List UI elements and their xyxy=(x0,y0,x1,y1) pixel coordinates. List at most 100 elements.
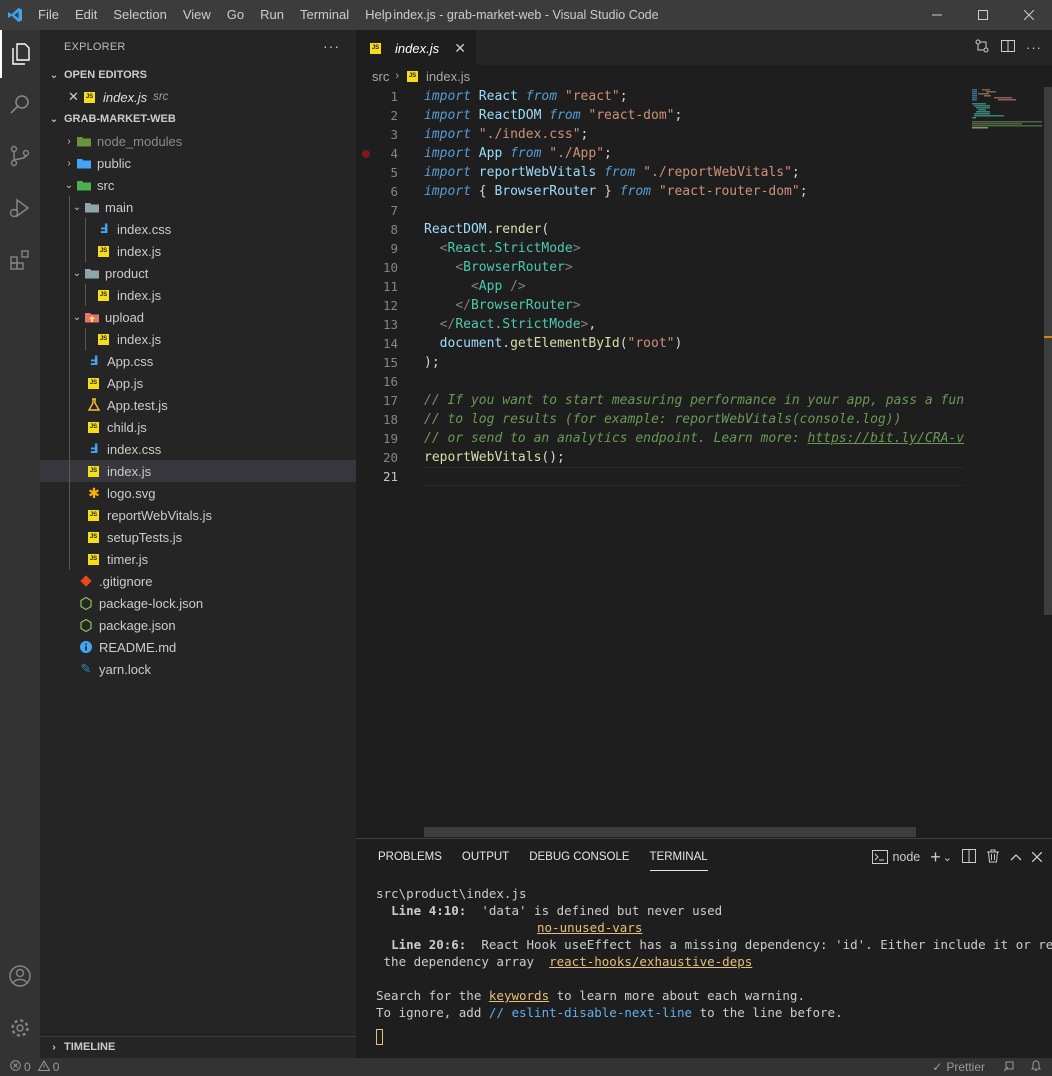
menu-file[interactable]: File xyxy=(30,0,67,30)
new-terminal-icon[interactable]: + xyxy=(930,847,941,868)
tree-item-label: App.js xyxy=(107,375,144,391)
editor-tabs: JS index.js ✕ ··· xyxy=(356,30,1052,65)
tree-item-index-js[interactable]: JS index.js xyxy=(40,460,356,482)
tree-item-product-js[interactable]: JS index.js xyxy=(40,284,356,306)
tree-item-report[interactable]: JS reportWebVitals.js xyxy=(40,504,356,526)
extensions-icon[interactable] xyxy=(0,236,40,284)
more-actions-icon[interactable]: ··· xyxy=(1026,40,1042,55)
tab-index-js[interactable]: JS index.js ✕ xyxy=(356,30,476,65)
more-actions-icon[interactable]: ··· xyxy=(323,38,340,54)
open-changes-icon[interactable] xyxy=(974,38,990,57)
tree-item-app-js[interactable]: JS App.js xyxy=(40,372,356,394)
tree-item-product[interactable]: ⌄ product xyxy=(40,262,356,284)
keywords-link[interactable]: keywords xyxy=(489,988,549,1003)
terminal-line: Line 20:6: React Hook useEffect has a mi… xyxy=(391,937,1052,952)
tab-terminal[interactable]: TERMINAL xyxy=(649,839,708,875)
tree-item-child[interactable]: JS child.js xyxy=(40,416,356,438)
chevron-down-icon: ⌄ xyxy=(72,201,82,213)
settings-gear-icon[interactable] xyxy=(0,1004,40,1052)
tree-item-yarn[interactable]: ✎ yarn.lock xyxy=(40,658,356,680)
tab-debug-console[interactable]: DEBUG CONSOLE xyxy=(529,839,629,875)
source-control-icon[interactable] xyxy=(0,132,40,180)
tree-item-main-js[interactable]: JS index.js xyxy=(40,240,356,262)
tree-item-logo[interactable]: ✱ logo.svg xyxy=(40,482,356,504)
maximize-button[interactable] xyxy=(960,0,1006,30)
tree-item-main-css[interactable]: Ⅎ index.css xyxy=(40,218,356,240)
terminal-selector[interactable]: node xyxy=(872,850,920,864)
code-area[interactable]: 1 import React from "react"; 2 import Reac… xyxy=(356,87,964,847)
tree-item-public[interactable]: › public xyxy=(40,152,356,174)
tree-item-label: public xyxy=(97,155,131,171)
breadcrumb-dir[interactable]: src xyxy=(372,69,389,84)
tab-problems[interactable]: PROBLEMS xyxy=(378,839,442,875)
tree-item-label: child.js xyxy=(107,419,147,435)
minimap[interactable] xyxy=(964,87,1044,837)
maximize-panel-icon[interactable] xyxy=(1010,850,1022,865)
tree-item-upload[interactable]: ⌄ upload xyxy=(40,306,356,328)
close-tab-icon[interactable]: ✕ xyxy=(454,40,466,57)
tree-item-main[interactable]: ⌄ main xyxy=(40,196,356,218)
menu-selection[interactable]: Selection xyxy=(105,0,174,30)
prettier-status[interactable]: ✓ Prettier xyxy=(932,1060,985,1074)
close-icon[interactable]: ✕ xyxy=(68,89,82,105)
menu-view[interactable]: View xyxy=(175,0,219,30)
tree-item-timer[interactable]: JS timer.js xyxy=(40,548,356,570)
feedback-icon[interactable] xyxy=(1003,1059,1016,1075)
tree-item-readme[interactable]: README.md xyxy=(40,636,356,658)
open-editor-item[interactable]: ✕ JS index.js src xyxy=(40,86,356,108)
problems-status[interactable]: 0 0 xyxy=(10,1060,59,1074)
menu-go[interactable]: Go xyxy=(219,0,252,30)
split-terminal-icon[interactable] xyxy=(962,848,976,866)
chevron-down-icon[interactable]: ⌄ xyxy=(943,851,952,864)
tree-item-setup[interactable]: JS setupTests.js xyxy=(40,526,356,548)
tree-item-app-test[interactable]: App.test.js xyxy=(40,394,356,416)
menu-terminal[interactable]: Terminal xyxy=(292,0,357,30)
tree-item-app-css[interactable]: Ⅎ App.css xyxy=(40,350,356,372)
chevron-down-icon: ⌄ xyxy=(72,267,82,279)
tree-item-label: product xyxy=(105,265,149,281)
timeline-section[interactable]: › TIMELINE xyxy=(40,1036,356,1058)
tree-item-label: node_modules xyxy=(97,133,183,149)
menu-edit[interactable]: Edit xyxy=(67,0,105,30)
tree-item-node-modules[interactable]: › node_modules xyxy=(40,130,356,152)
tree-item-label: logo.svg xyxy=(107,485,156,501)
split-editor-icon[interactable] xyxy=(1000,38,1016,57)
explorer-sidebar: EXPLORER ··· ⌄ OPEN EDITORS ✕ JS index.j… xyxy=(40,30,356,1058)
tree-item-upload-js[interactable]: JS index.js xyxy=(40,328,356,350)
notifications-bell-icon[interactable] xyxy=(1030,1059,1042,1075)
tree-item-src[interactable]: ⌄ src xyxy=(40,174,356,196)
tree-item-label: setupTests.js xyxy=(107,529,183,545)
run-debug-icon[interactable] xyxy=(0,184,40,232)
terminal-output[interactable]: src\product\index.js Line 4:10: 'data' i… xyxy=(376,885,1052,1045)
tree-item-label: index.js xyxy=(117,331,162,347)
search-icon[interactable] xyxy=(0,80,40,128)
tab-output[interactable]: OUTPUT xyxy=(462,839,509,875)
trash-icon[interactable] xyxy=(986,849,1000,866)
rule-link[interactable]: react-hooks/exhaustive-deps xyxy=(549,954,752,969)
menu-help[interactable]: Help xyxy=(357,0,400,30)
explorer-icon[interactable] xyxy=(0,30,40,78)
project-header[interactable]: ⌄ GRAB-MARKET-WEB xyxy=(40,108,356,130)
tree-item-package[interactable]: package.json xyxy=(40,614,356,636)
folder-src-icon xyxy=(76,177,92,193)
rule-link[interactable]: no-unused-vars xyxy=(537,920,642,935)
breadcrumb-file[interactable]: index.js xyxy=(426,69,470,84)
accounts-icon[interactable] xyxy=(0,952,40,1000)
horizontal-scrollbar[interactable] xyxy=(424,827,916,837)
chevron-right-icon: › xyxy=(67,135,71,147)
close-window-button[interactable] xyxy=(1006,0,1052,30)
git-icon xyxy=(78,573,94,589)
error-icon xyxy=(10,1060,21,1074)
tree-item-gitignore[interactable]: .gitignore xyxy=(40,570,356,592)
close-panel-icon[interactable] xyxy=(1031,850,1043,865)
open-editors-header[interactable]: ⌄ OPEN EDITORS xyxy=(40,64,356,86)
code-line: 13 </React.StrictMode>, xyxy=(382,317,597,332)
minimize-button[interactable] xyxy=(914,0,960,30)
tree-item-index-css[interactable]: Ⅎ index.css xyxy=(40,438,356,460)
code-line: 9 <React.StrictMode> xyxy=(390,241,581,256)
menu-run[interactable]: Run xyxy=(252,0,292,30)
error-count: 0 xyxy=(24,1060,31,1074)
activity-bar xyxy=(0,30,40,1058)
tree-item-package-lock[interactable]: package-lock.json xyxy=(40,592,356,614)
vertical-scrollbar[interactable] xyxy=(1044,87,1052,615)
